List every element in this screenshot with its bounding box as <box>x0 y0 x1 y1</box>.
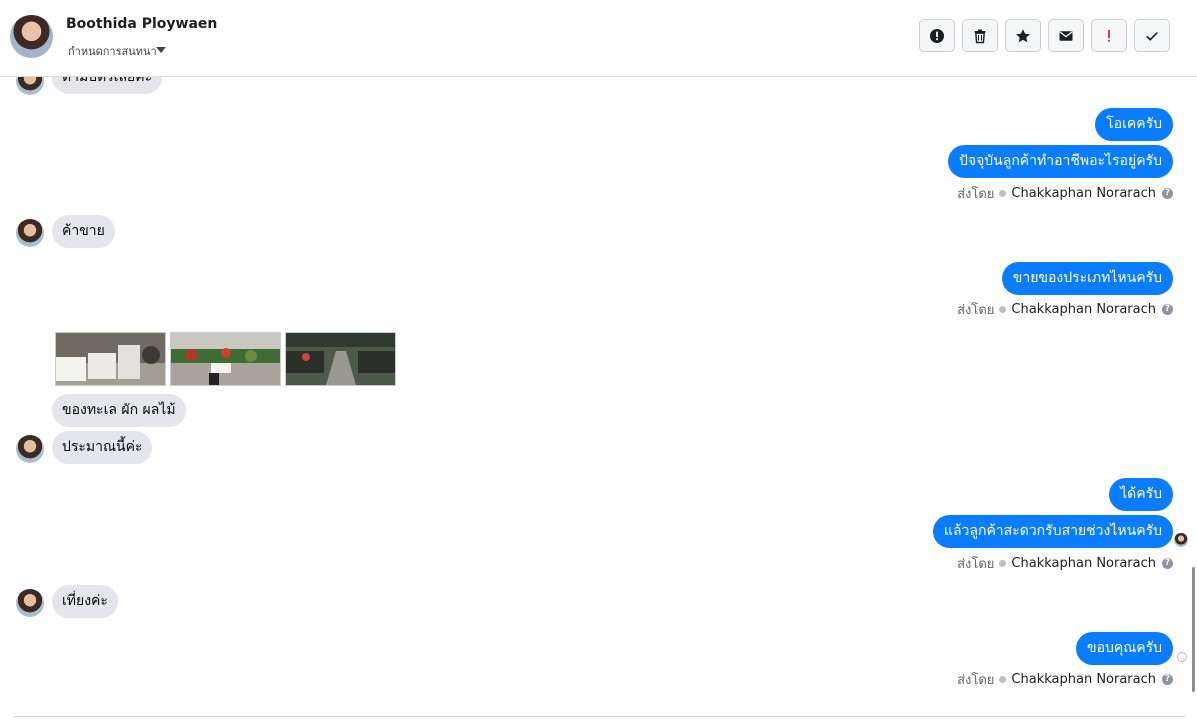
agent-mini-avatar <box>999 305 1007 313</box>
message-thread[interactable]: ตามบัตรเลยค่ะ โอเคครับ ปัจจุบันลูกค้าทำอ… <box>0 77 1197 720</box>
agent-mini-avatar <box>999 559 1007 567</box>
conversation-header: Boothida Ploywaen กำหนดการสนทนา <box>0 0 1197 77</box>
incoming-message[interactable]: ค้าขาย <box>52 215 115 248</box>
outgoing-message[interactable]: แล้วลูกค้าสะดวกรับสายช่วงไหนครับ <box>932 515 1173 548</box>
photo-attachment[interactable] <box>55 332 166 386</box>
agent-name[interactable]: Chakkaphan Norarach <box>1011 302 1156 317</box>
sent-by-label: ส่งโดย Chakkaphan Norarach ? <box>957 184 1173 202</box>
help-icon[interactable]: ? <box>1162 187 1173 199</box>
photo-vegetable-stall <box>171 333 280 385</box>
outgoing-message[interactable]: ขายของประเภทไหนครับ <box>1001 262 1173 295</box>
sent-by-label: ส่งโดย Chakkaphan Norarach ? <box>957 554 1173 572</box>
trash-icon <box>974 29 986 43</box>
chevron-down-icon[interactable] <box>156 47 166 53</box>
mark-spam-button[interactable] <box>919 19 955 52</box>
outgoing-message[interactable]: โอเคครับ <box>1095 108 1173 141</box>
assign-conversation-dropdown[interactable]: กำหนดการสนทนา <box>68 43 157 55</box>
agent-name[interactable]: Chakkaphan Norarach <box>1011 672 1156 687</box>
sent-by-prefix: ส่งโดย <box>957 302 995 318</box>
incoming-message[interactable]: ประมาณนี้ค่ะ <box>52 431 153 464</box>
contact-avatar-small <box>16 219 44 247</box>
sent-by-prefix: ส่งโดย <box>957 186 995 202</box>
scrollbar-thumb[interactable] <box>1192 567 1195 692</box>
agent-mini-avatar <box>999 189 1007 197</box>
sent-by-label: ส่งโดย Chakkaphan Norarach ? <box>957 300 1173 318</box>
sent-by-label: ส่งโดย Chakkaphan Norarach ? <box>957 670 1173 688</box>
contact-avatar-small <box>16 77 44 95</box>
exclamation-icon <box>1108 29 1110 42</box>
seen-receipt-avatar <box>1174 533 1188 547</box>
star-icon <box>1016 28 1030 42</box>
delivered-check-icon <box>1177 652 1187 662</box>
star-button[interactable] <box>1005 19 1041 52</box>
photo-attachment[interactable] <box>170 332 281 386</box>
checkmark-icon <box>1146 31 1158 41</box>
follow-up-button[interactable] <box>1091 19 1127 52</box>
help-icon[interactable]: ? <box>1162 303 1173 315</box>
sent-by-prefix: ส่งโดย <box>957 672 995 688</box>
incoming-message[interactable]: เที่ยงค่ะ <box>52 585 118 618</box>
agent-name[interactable]: Chakkaphan Norarach <box>1011 556 1156 571</box>
help-icon[interactable]: ? <box>1162 557 1173 569</box>
photo-styrofoam-boxes <box>56 333 165 385</box>
composer-divider <box>14 716 1185 717</box>
contact-avatar[interactable] <box>10 15 53 58</box>
contact-avatar-small <box>16 435 44 463</box>
photo-market-aisle <box>286 333 395 385</box>
contact-avatar-small <box>16 589 44 617</box>
contact-name[interactable]: Boothida Ploywaen <box>66 16 217 32</box>
agent-name[interactable]: Chakkaphan Norarach <box>1011 186 1156 201</box>
sent-by-prefix: ส่งโดย <box>957 556 995 572</box>
alert-circle-icon <box>930 28 944 43</box>
outgoing-message[interactable]: ได้ครับ <box>1109 478 1173 511</box>
incoming-message[interactable]: ตามบัตรเลยค่ะ <box>52 77 163 94</box>
mark-done-button[interactable] <box>1134 19 1170 52</box>
outgoing-message[interactable]: ขอบคุณครับ <box>1076 632 1173 665</box>
agent-mini-avatar <box>999 675 1007 683</box>
envelope-icon <box>1059 30 1073 41</box>
help-icon[interactable]: ? <box>1162 673 1173 685</box>
photo-attachment[interactable] <box>285 332 396 386</box>
delete-button[interactable] <box>962 19 998 52</box>
mark-unread-button[interactable] <box>1048 19 1084 52</box>
outgoing-message[interactable]: ปัจจุบันลูกค้าทำอาชีพอะไรอยู่ครับ <box>948 145 1173 178</box>
incoming-message[interactable]: ของทะเล ผัก ผลไม้ <box>52 394 186 427</box>
